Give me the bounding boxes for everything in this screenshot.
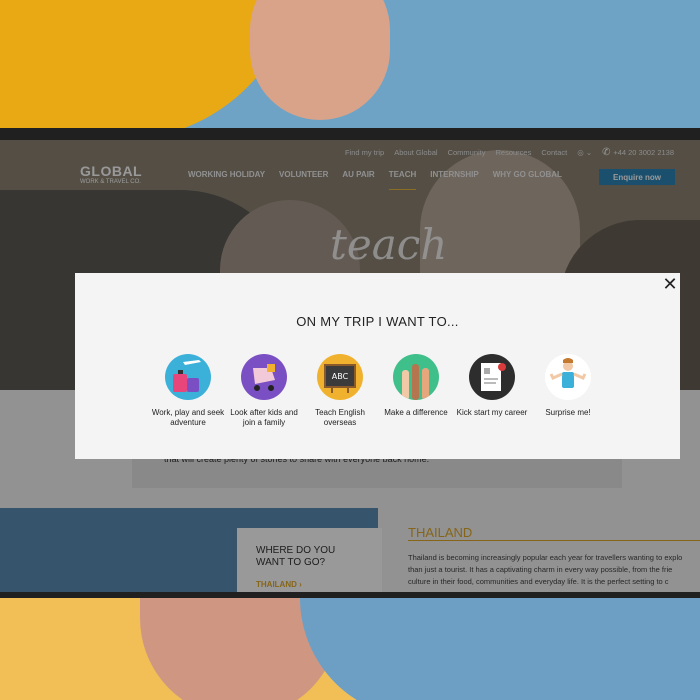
pram-icon (241, 354, 287, 400)
option-label: Kick start my career (456, 408, 528, 417)
option-label: Make a difference (384, 408, 448, 417)
close-icon[interactable]: ✕ (662, 275, 678, 293)
option-kids-family[interactable]: Look after kids and join a family (224, 354, 304, 428)
svg-text:ABC: ABC (332, 372, 349, 381)
modal-title: ON MY TRIP I WANT TO... (296, 314, 459, 329)
option-label: Work, play and seek adventure (151, 408, 225, 427)
option-teach-english[interactable]: ABC Teach English overseas (300, 354, 380, 428)
option-work-play[interactable]: Work, play and seek adventure (148, 354, 228, 428)
option-career[interactable]: Kick start my career (452, 354, 532, 418)
option-surprise[interactable]: Surprise me! (528, 354, 608, 418)
luggage-plane-icon (165, 354, 211, 400)
arm (250, 0, 390, 120)
background-photo-bottom (0, 598, 700, 700)
background-photo-top (0, 0, 700, 130)
jeans (300, 598, 700, 700)
certificate-icon (469, 354, 515, 400)
shrug-person-icon (545, 354, 591, 400)
option-make-difference[interactable]: Make a difference (376, 354, 456, 418)
chalkboard-icon: ABC (317, 354, 363, 400)
option-label: Look after kids and join a family (230, 408, 298, 427)
raised-hands-icon (393, 354, 439, 400)
option-label: Surprise me! (545, 408, 591, 417)
option-label: Teach English overseas (315, 408, 365, 427)
